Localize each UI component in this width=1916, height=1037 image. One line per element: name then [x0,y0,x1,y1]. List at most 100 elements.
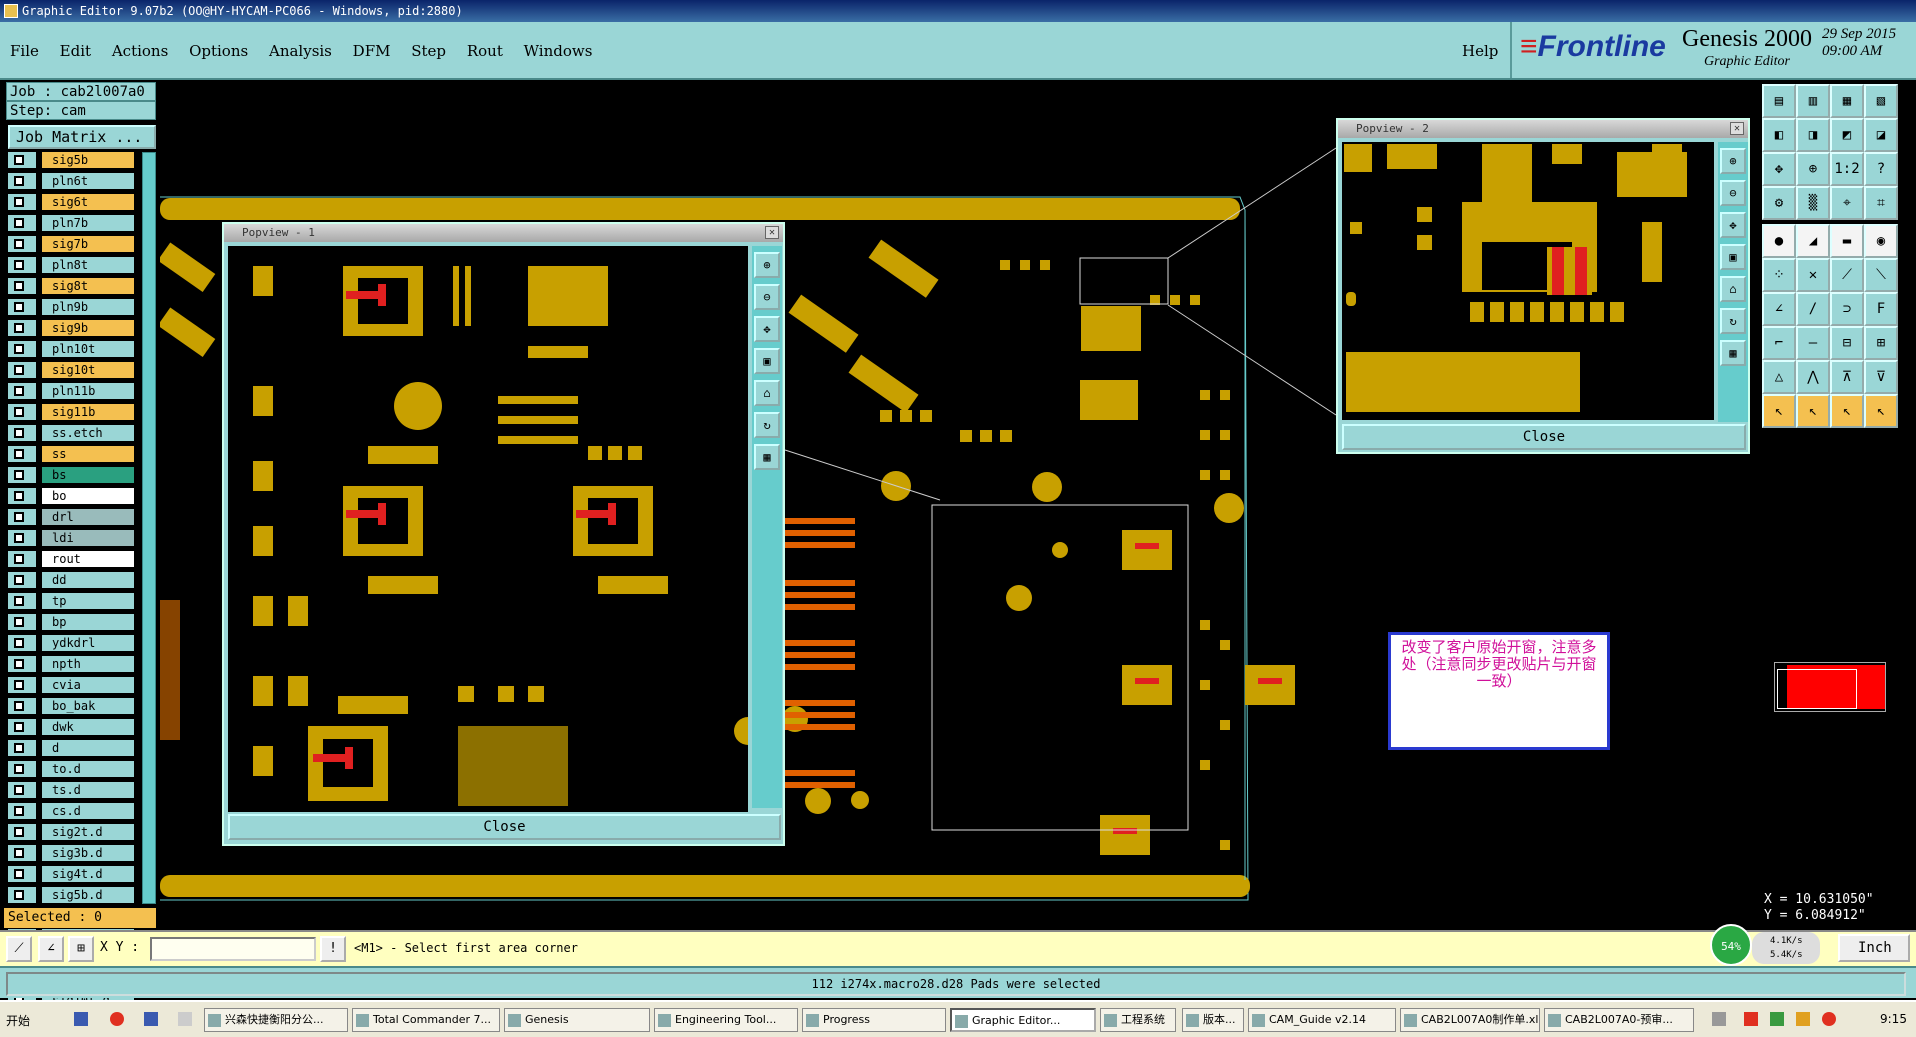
popview-1-close-button[interactable]: Close [228,814,781,840]
layer-row[interactable]: ts.d [8,782,142,798]
tool-button-icon[interactable]: ▬ [1830,224,1864,258]
layer-row[interactable]: ldi [8,530,142,546]
grid-icon[interactable]: ▦ [1720,340,1746,366]
pan-icon[interactable]: ✥ [754,316,780,342]
xy-input[interactable] [150,937,316,961]
menu-actions[interactable]: Actions [112,42,168,60]
grid-snap-icon[interactable]: ⊞ [68,936,94,962]
zoom-in-icon[interactable]: ⊕ [1720,148,1746,174]
layer-name[interactable]: sig10t [42,362,134,378]
taskbar-button[interactable]: Progress [802,1008,946,1032]
tool-button-icon[interactable]: ◩ [1830,118,1864,152]
tool-button-icon[interactable]: ⌖ [1830,186,1864,220]
layer-row[interactable]: npth [8,656,142,672]
layer-name[interactable]: ydkdrl [42,635,134,651]
layer-name[interactable]: pln8t [42,257,134,273]
measure-icon[interactable]: ∠ [38,936,64,962]
layer-checkbox[interactable] [14,827,24,837]
layer-checkbox[interactable] [14,554,24,564]
layer-name[interactable]: npth [42,656,134,672]
tool-button-icon[interactable]: ⌗ [1864,186,1898,220]
menu-dfm[interactable]: DFM [353,42,391,60]
tool-button-icon[interactable]: 1:2 [1830,152,1864,186]
tool-button-icon[interactable]: ⚙ [1762,186,1796,220]
tool-button-icon[interactable]: ⊞ [1864,326,1898,360]
layer-name[interactable]: drl [42,509,134,525]
layer-row[interactable]: bs [8,467,142,483]
layer-row[interactable]: pln6t [8,173,142,189]
popview-1-titlebar[interactable]: Popview - 1 ✕ [224,224,783,242]
home-icon[interactable]: ⌂ [754,380,780,406]
fit-icon[interactable]: ▣ [754,348,780,374]
layer-row[interactable]: sig5b.d [8,887,142,903]
home-icon[interactable]: ⌂ [1720,276,1746,302]
tool-button-icon[interactable]: ✥ [1762,152,1796,186]
menu-options[interactable]: Options [189,42,248,60]
tool-button-icon[interactable]: ▦ [1830,84,1864,118]
layer-checkbox[interactable] [14,407,24,417]
layer-row[interactable]: dd [8,572,142,588]
layer-row[interactable]: sig3b.d [8,845,142,861]
taskbar-button[interactable]: 兴森快捷衡阳分公... [204,1008,348,1032]
tool-button-icon[interactable]: ▒ [1796,186,1830,220]
layer-name[interactable]: dd [42,572,134,588]
popview-2-canvas[interactable] [1342,142,1714,420]
layer-row[interactable]: bp [8,614,142,630]
layer-name[interactable]: sig6t [42,194,134,210]
layer-checkbox[interactable] [14,386,24,396]
layer-row[interactable]: tp [8,593,142,609]
layer-checkbox[interactable] [14,239,24,249]
layer-checkbox[interactable] [14,155,24,165]
taskbar-button[interactable]: Total Commander 7... [352,1008,500,1032]
tool-button-icon[interactable]: ⊟ [1830,326,1864,360]
layer-checkbox[interactable] [14,512,24,522]
tool-button-icon[interactable]: ● [1762,224,1796,258]
layer-name[interactable]: dwk [42,719,134,735]
taskbar-button[interactable]: 版本... [1182,1008,1244,1032]
layer-row[interactable]: drl [8,509,142,525]
layer-name[interactable]: cvia [42,677,134,693]
tool-button-icon[interactable]: ⁘ [1762,258,1796,292]
layer-row[interactable]: sig2t.d [8,824,142,840]
layer-row[interactable]: pln11b [8,383,142,399]
layer-name[interactable]: pln7b [42,215,134,231]
layer-checkbox[interactable] [14,449,24,459]
layer-name[interactable]: pln11b [42,383,134,399]
layer-name[interactable]: tp [42,593,134,609]
layer-name[interactable]: to.d [42,761,134,777]
layer-name[interactable]: rout [42,551,134,567]
layer-checkbox[interactable] [14,722,24,732]
quicklaunch-icon[interactable] [110,1012,124,1026]
zoom-in-icon[interactable]: ⊕ [754,252,780,278]
layer-name[interactable]: pln6t [42,173,134,189]
tool-button-icon[interactable]: ◢ [1796,224,1830,258]
menu-help[interactable]: Help [1462,42,1498,60]
layer-checkbox[interactable] [14,869,24,879]
tray-icon[interactable] [1822,1012,1836,1026]
layer-checkbox[interactable] [14,785,24,795]
tool-button-icon[interactable]: ⟍ [1864,258,1898,292]
layer-checkbox[interactable] [14,323,24,333]
quicklaunch-icon[interactable] [74,1012,88,1026]
tray-icon[interactable] [1770,1012,1784,1026]
layer-row[interactable]: sig4t.d [8,866,142,882]
layer-checkbox[interactable] [14,743,24,753]
layer-row[interactable]: to.d [8,761,142,777]
popview-2-close-icon[interactable]: ✕ [1730,122,1744,135]
tool-button-icon[interactable]: △ [1762,360,1796,394]
layer-checkbox[interactable] [14,680,24,690]
layer-name[interactable]: bo_bak [42,698,134,714]
layer-name[interactable]: ss [42,446,134,462]
tool-button-icon[interactable]: ▤ [1762,84,1796,118]
tool-button-icon[interactable]: ✕ [1796,258,1830,292]
layer-row[interactable]: rout [8,551,142,567]
taskbar-button[interactable]: CAB2L007A0制作单.xls [1400,1008,1540,1032]
layer-name[interactable]: sig5b [42,152,134,168]
tray-icon[interactable] [1712,1012,1726,1026]
menu-analysis[interactable]: Analysis [269,42,332,60]
taskbar-button[interactable]: Engineering Tool... [654,1008,798,1032]
taskbar-button[interactable]: Graphic Editor... [950,1008,1096,1032]
menu-rout[interactable]: Rout [467,42,503,60]
layer-name[interactable]: sig9b [42,320,134,336]
tool-button-icon[interactable]: ↖ [1762,394,1796,428]
